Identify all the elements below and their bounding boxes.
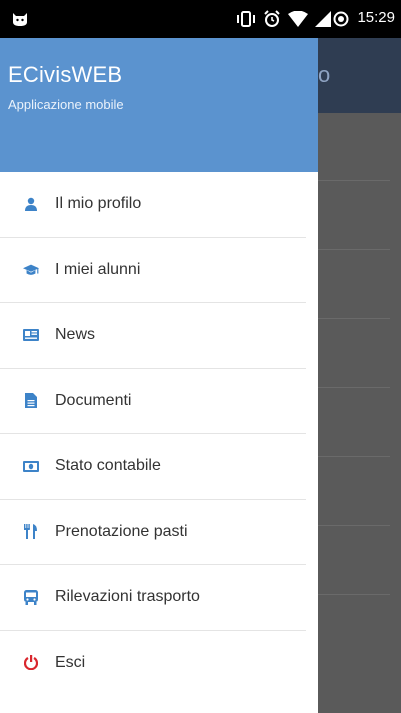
menu-item-documents[interactable]: Documenti: [0, 369, 306, 434]
vibrate-icon: [237, 11, 255, 27]
menu-item-accounting[interactable]: Stato contabile: [0, 434, 306, 500]
alarm-icon: [264, 10, 280, 27]
menu-item-students[interactable]: I miei alunni: [0, 238, 306, 303]
background-toolbar-text: o: [318, 62, 331, 87]
status-time: 15:29: [357, 9, 395, 26]
wifi-icon: [288, 11, 308, 27]
status-icons: [236, 10, 331, 28]
data-saver-icon: [333, 11, 349, 27]
menu-item-label: Stato contabile: [55, 457, 161, 475]
menu-item-transport[interactable]: Rilevazioni trasporto: [0, 565, 306, 631]
status-bar: 15:29: [0, 0, 401, 38]
document-icon: [23, 393, 39, 409]
background-divider: [318, 249, 390, 250]
drawer-header: ECivisWEB Applicazione mobile: [0, 38, 318, 172]
background-divider: [318, 456, 390, 457]
menu-item-label: News: [55, 326, 96, 344]
app-title: ECivisWEB: [8, 62, 123, 87]
background-divider: [318, 387, 390, 388]
menu-item-label: Prenotazione pasti: [55, 522, 188, 540]
app-subtitle: Applicazione mobile: [8, 97, 124, 112]
cat-notification-icon: [13, 13, 27, 26]
menu-item-meals[interactable]: Prenotazione pasti: [0, 500, 306, 565]
power-icon: [23, 655, 39, 671]
drawer-menu: Il mio profilo I miei alunni News Docume…: [0, 172, 318, 695]
money-icon: [23, 458, 39, 474]
background-divider: [318, 318, 390, 319]
bus-icon: [23, 589, 39, 605]
menu-item-label: I miei alunni: [55, 260, 141, 278]
signal-icon: [315, 11, 331, 27]
cutlery-icon: [23, 524, 39, 540]
graduation-cap-icon: [23, 262, 39, 278]
background-divider: [318, 180, 390, 181]
menu-item-logout[interactable]: Esci: [0, 631, 306, 696]
user-icon: [23, 196, 39, 212]
menu-item-label: Rilevazioni trasporto: [55, 588, 200, 606]
background-divider: [318, 525, 390, 526]
newspaper-icon: [23, 327, 39, 343]
menu-item-news[interactable]: News: [0, 303, 306, 369]
menu-item-profile[interactable]: Il mio profilo: [0, 172, 306, 238]
menu-item-label: Il mio profilo: [55, 195, 142, 213]
background-divider: [318, 594, 390, 595]
navigation-drawer: ECivisWEB Applicazione mobile Il mio pro…: [0, 38, 318, 713]
menu-item-label: Esci: [55, 653, 86, 671]
menu-item-label: Documenti: [55, 391, 132, 409]
